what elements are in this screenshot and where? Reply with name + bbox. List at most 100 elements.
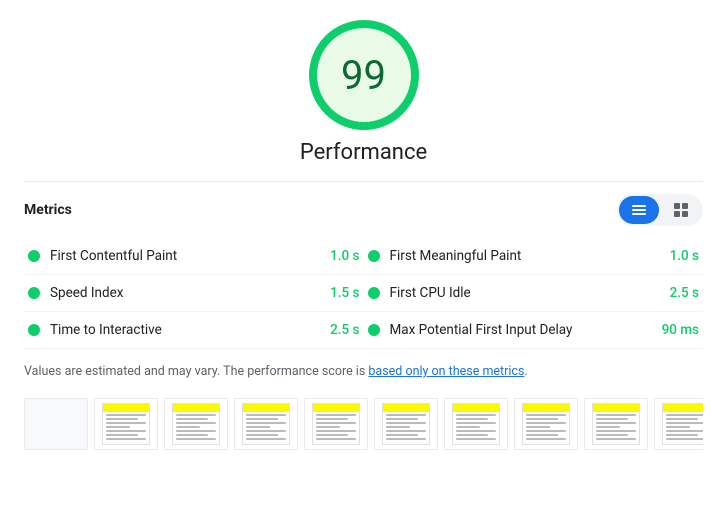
filmstrip-page <box>522 403 570 445</box>
filmstrip-page <box>242 403 290 445</box>
grid-icon <box>673 202 689 218</box>
page-header-bar <box>103 404 149 412</box>
note-text-before: Values are estimated and may vary. The p… <box>24 364 368 379</box>
content-line <box>386 414 426 416</box>
page-header-bar <box>663 404 703 412</box>
page-header-bar <box>523 404 569 412</box>
metric-name: Max Potential First Input Delay <box>390 322 654 338</box>
content-line <box>106 438 146 440</box>
metric-value: 2.5 s <box>670 285 699 301</box>
content-line <box>106 426 130 428</box>
content-line <box>316 418 348 420</box>
filmstrip-page <box>592 403 640 445</box>
content-line <box>176 426 200 428</box>
content-line <box>526 438 566 440</box>
filmstrip-frame[interactable] <box>374 398 438 450</box>
content-line <box>526 418 558 420</box>
content-line <box>106 422 146 424</box>
metrics-grid: First Contentful Paint 1.0 s First Meani… <box>24 238 703 349</box>
content-line <box>596 438 636 440</box>
page-header-bar <box>313 404 359 412</box>
filmstrip-frame[interactable] <box>234 398 298 450</box>
list-view-button[interactable] <box>619 196 659 224</box>
filmstrip-frame[interactable] <box>304 398 368 450</box>
filmstrip-frame[interactable] <box>514 398 578 450</box>
content-line <box>106 418 138 420</box>
filmstrip-frame[interactable] <box>94 398 158 450</box>
content-line <box>596 414 636 416</box>
content-line <box>456 418 488 420</box>
page-lines <box>313 412 359 444</box>
filmstrip-frame[interactable] <box>24 398 88 450</box>
metric-value: 90 ms <box>662 322 699 338</box>
content-line <box>316 426 340 428</box>
filmstrip-frame[interactable] <box>654 398 703 450</box>
page-header-bar <box>453 404 499 412</box>
content-line <box>106 430 146 432</box>
content-line <box>596 422 636 424</box>
metric-dot <box>28 324 40 336</box>
content-line <box>316 422 356 424</box>
page-lines <box>383 412 429 444</box>
content-line <box>176 422 216 424</box>
filmstrip-frame[interactable] <box>584 398 648 450</box>
metric-name: Speed Index <box>50 285 322 301</box>
metrics-link[interactable]: based only on these metrics <box>368 364 524 379</box>
filmstrip <box>24 398 703 450</box>
content-line <box>596 418 628 420</box>
main-container: 99 Performance Metrics <box>0 0 727 470</box>
content-line <box>316 438 356 440</box>
content-line <box>386 434 418 436</box>
page-header-bar <box>593 404 639 412</box>
metric-name: First CPU Idle <box>390 285 662 301</box>
note-text-after: . <box>524 364 527 379</box>
content-line <box>666 422 703 424</box>
content-line <box>246 434 278 436</box>
content-line <box>386 422 426 424</box>
metric-value: 1.5 s <box>330 285 359 301</box>
page-header-bar <box>243 404 289 412</box>
score-section: 99 Performance <box>24 20 703 165</box>
metric-item: Max Potential First Input Delay 90 ms <box>364 312 704 349</box>
page-header-bar <box>173 404 219 412</box>
metric-value: 1.0 s <box>670 248 699 264</box>
filmstrip-page <box>102 403 150 445</box>
content-line <box>596 430 636 432</box>
filmstrip-page <box>662 403 703 445</box>
metric-dot <box>368 287 380 299</box>
content-line <box>526 426 550 428</box>
grid-view-button[interactable] <box>661 196 701 224</box>
metrics-note: Values are estimated and may vary. The p… <box>24 363 703 382</box>
content-line <box>316 414 356 416</box>
filmstrip-frame[interactable] <box>164 398 228 450</box>
metric-item: First Contentful Paint 1.0 s <box>24 238 364 275</box>
content-line <box>456 414 496 416</box>
page-lines <box>523 412 569 444</box>
content-line <box>176 414 216 416</box>
content-line <box>176 434 208 436</box>
metric-value: 1.0 s <box>330 248 359 264</box>
content-line <box>246 414 286 416</box>
filmstrip-frame[interactable] <box>444 398 508 450</box>
content-line <box>596 434 628 436</box>
content-line <box>246 438 286 440</box>
metric-item: First Meaningful Paint 1.0 s <box>364 238 704 275</box>
content-line <box>596 426 620 428</box>
score-value: 99 <box>341 52 386 99</box>
content-line <box>386 430 426 432</box>
list-icon <box>631 202 647 218</box>
content-line <box>316 434 348 436</box>
content-line <box>456 430 496 432</box>
metric-dot <box>28 287 40 299</box>
content-line <box>246 422 286 424</box>
content-line <box>176 418 208 420</box>
page-lines <box>663 412 703 444</box>
view-toggle <box>617 194 703 226</box>
content-line <box>666 430 703 432</box>
content-line <box>246 430 286 432</box>
metrics-header: Metrics <box>24 181 703 226</box>
content-line <box>456 422 496 424</box>
score-label: Performance <box>300 140 427 165</box>
content-line <box>666 418 698 420</box>
metric-dot <box>368 324 380 336</box>
